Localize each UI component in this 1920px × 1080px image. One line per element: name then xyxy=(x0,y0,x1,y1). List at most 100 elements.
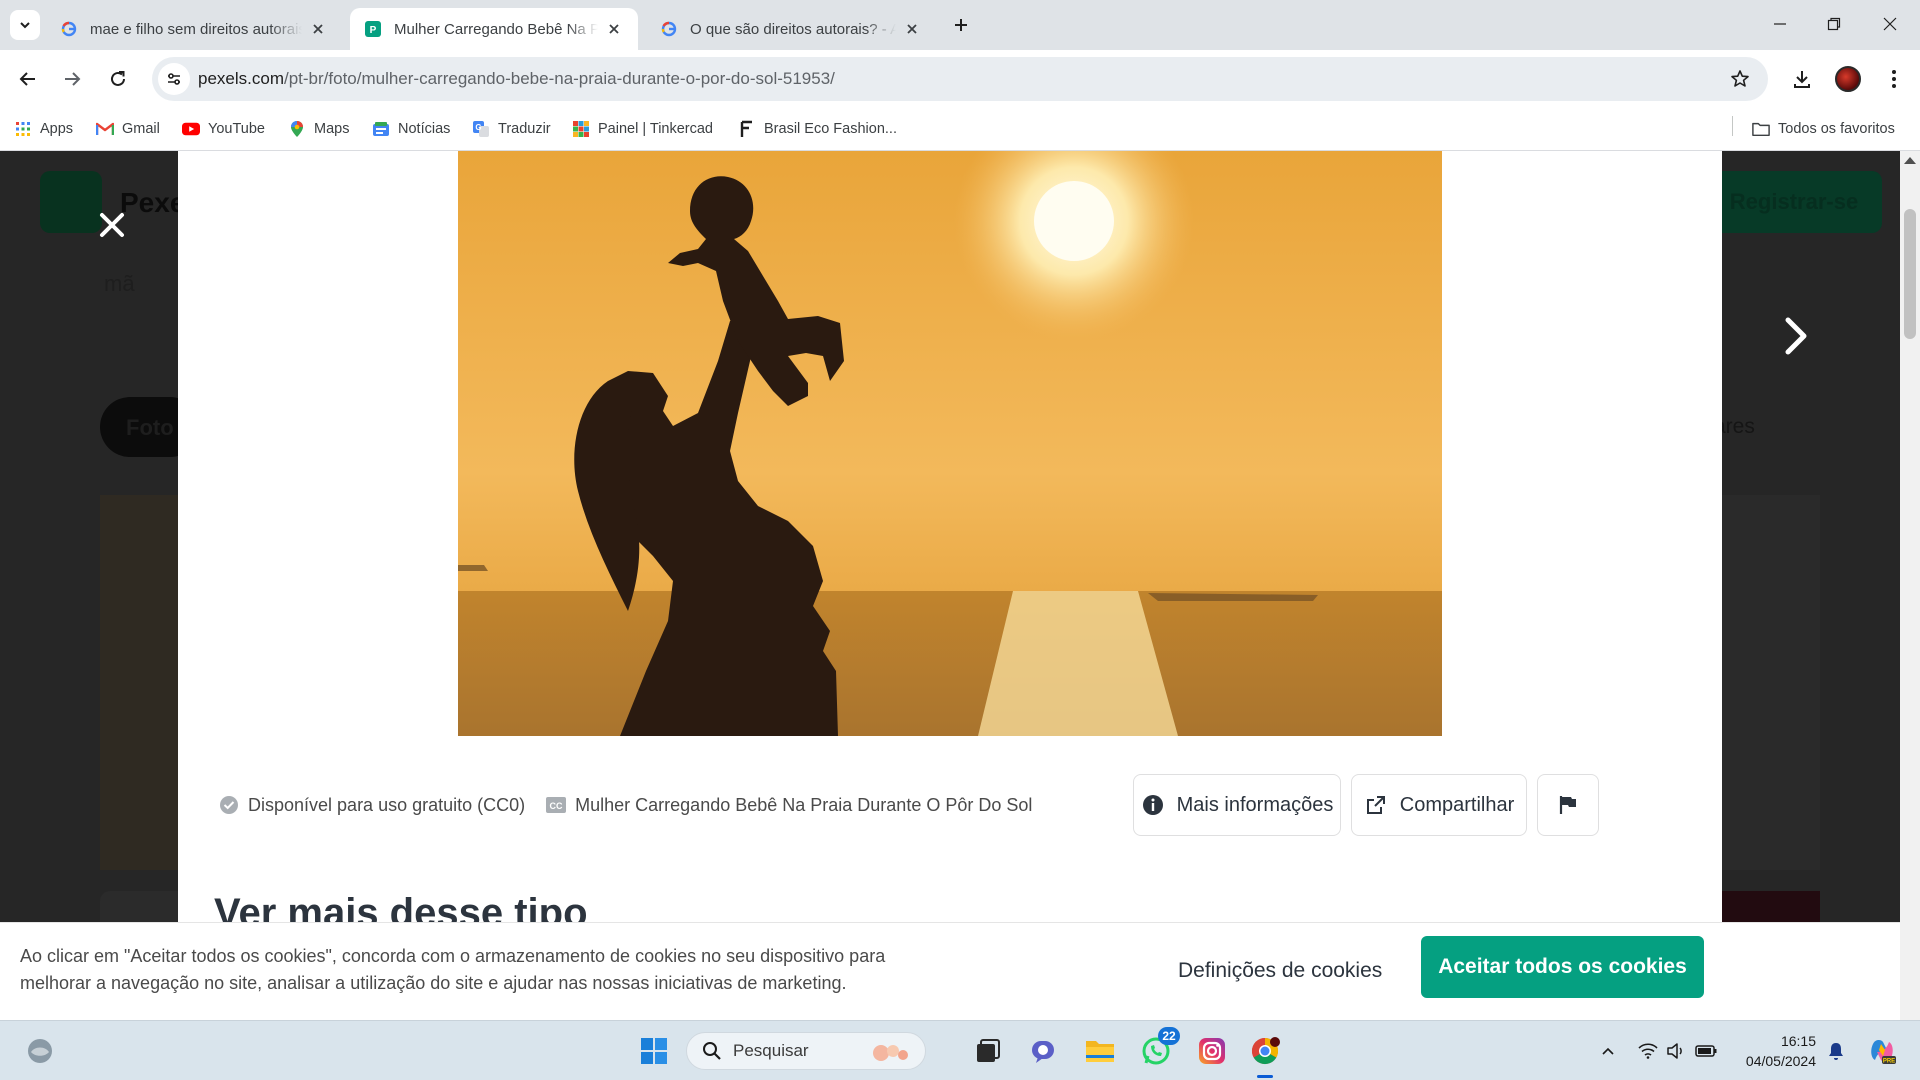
windows-logo-icon xyxy=(641,1038,667,1064)
tab-title: mae e filho sem direitos autorais xyxy=(90,20,302,38)
whatsapp-button[interactable]: 22 xyxy=(1138,1027,1180,1069)
file-explorer-button[interactable] xyxy=(1082,1033,1118,1069)
info-icon xyxy=(1141,793,1165,817)
search-input[interactable]: mã xyxy=(104,271,184,331)
share-label: Compartilhar xyxy=(1399,793,1515,816)
report-button[interactable] xyxy=(1537,774,1599,836)
folder-icon xyxy=(1086,1041,1114,1062)
modal-close-button[interactable] xyxy=(96,209,128,241)
taskbar-search[interactable]: Pesquisar xyxy=(686,1032,926,1070)
background-photo-card xyxy=(100,495,190,870)
address-bar[interactable]: pexels.com/pt-br/foto/mulher-carregando-… xyxy=(152,57,1768,101)
active-app-indicator xyxy=(1257,1075,1273,1078)
page-scrollbar[interactable] xyxy=(1900,151,1920,1020)
youtube-icon xyxy=(182,120,200,138)
register-button[interactable]: Registrar-se xyxy=(1706,171,1882,233)
minimize-icon xyxy=(1774,23,1786,25)
more-info-button[interactable]: Mais informações xyxy=(1133,774,1341,836)
bookmark-maps[interactable]: Maps xyxy=(288,116,349,142)
tune-icon xyxy=(168,73,180,85)
bell-icon xyxy=(1829,1043,1843,1060)
bookmark-youtube[interactable]: YouTube xyxy=(182,116,265,142)
license-text[interactable]: Disponível para uso gratuito (CC0) xyxy=(248,795,525,816)
chrome-icon xyxy=(1251,1037,1280,1065)
accept-cookies-button[interactable]: Aceitar todos os cookies xyxy=(1421,936,1704,998)
cookie-settings-button[interactable]: Definições de cookies xyxy=(1178,953,1382,989)
new-tab-button[interactable] xyxy=(948,12,974,38)
back-button[interactable] xyxy=(12,63,44,95)
start-button[interactable] xyxy=(636,1033,672,1069)
bookmark-label: YouTube xyxy=(208,121,265,137)
translate-icon: G xyxy=(472,120,490,138)
url-text: pexels.com/pt-br/foto/mulher-carregando-… xyxy=(198,69,835,89)
svg-text:P: P xyxy=(370,25,377,36)
restore-button[interactable] xyxy=(1806,0,1862,48)
photo-meta: Disponível para uso gratuito (CC0) CC Mu… xyxy=(218,794,1032,816)
bookmark-apps[interactable]: Apps xyxy=(14,116,73,142)
windows-taskbar: Pesquisar 22 16:15 04/05/2024 PRE xyxy=(0,1020,1920,1080)
tab-search-button[interactable] xyxy=(10,10,40,40)
bookmark-label: Painel | Tinkercad xyxy=(598,121,713,137)
close-icon[interactable] xyxy=(604,19,624,39)
teams-chat-button[interactable] xyxy=(1026,1033,1062,1069)
reload-button[interactable] xyxy=(102,63,134,95)
bookmark-star-button[interactable] xyxy=(1728,67,1752,91)
chevron-down-icon xyxy=(20,22,30,29)
wifi-status[interactable] xyxy=(1636,1039,1660,1063)
share-button[interactable]: Compartilhar xyxy=(1351,774,1527,836)
tab-google-copyright[interactable]: O que são direitos autorais? - Agência xyxy=(646,8,936,50)
tab-google-search[interactable]: mae e filho sem direitos autorais xyxy=(46,8,342,50)
task-view-icon xyxy=(977,1039,1000,1062)
widgets-button[interactable] xyxy=(22,1033,58,1069)
chevron-up-icon xyxy=(1602,1047,1614,1055)
pexels-logo[interactable] xyxy=(40,171,102,233)
tab-title: Mulher Carregando Bebê Na Praia Durante … xyxy=(394,20,598,38)
system-clock[interactable]: 16:15 04/05/2024 xyxy=(1736,1031,1816,1071)
next-photo-button[interactable] xyxy=(1776,311,1816,361)
tab-pexels[interactable]: P Mulher Carregando Bebê Na Praia Durant… xyxy=(350,8,638,50)
volume-status[interactable] xyxy=(1664,1039,1688,1063)
wifi-icon xyxy=(1638,1043,1658,1059)
bookmark-tinkercad[interactable]: Painel | Tinkercad xyxy=(572,116,713,142)
bookmark-news[interactable]: Notícias xyxy=(372,116,450,142)
close-window-button[interactable] xyxy=(1862,0,1918,48)
all-bookmarks-button[interactable]: Todos os favoritos xyxy=(1752,116,1895,142)
bookmark-translate[interactable]: G Traduzir xyxy=(472,116,551,142)
main-photo[interactable] xyxy=(458,151,1442,736)
close-icon[interactable] xyxy=(308,19,328,39)
show-hidden-icons-button[interactable] xyxy=(1596,1039,1620,1063)
arrow-right-icon xyxy=(65,72,81,86)
svg-text:CC: CC xyxy=(550,801,563,811)
site-info-button[interactable] xyxy=(158,63,190,95)
downloads-button[interactable] xyxy=(1786,63,1818,95)
restore-icon xyxy=(1827,17,1841,31)
tab-strip: mae e filho sem direitos autorais P Mulh… xyxy=(0,0,1920,50)
battery-icon xyxy=(1695,1045,1717,1057)
profile-button[interactable] xyxy=(1832,63,1864,95)
taskbar-search-placeholder: Pesquisar xyxy=(733,1041,809,1060)
pexels-logo-text: Pexe xyxy=(120,187,186,218)
copilot-icon: PRE xyxy=(1871,1039,1896,1065)
scroll-thumb[interactable] xyxy=(1904,209,1916,339)
instagram-button[interactable] xyxy=(1194,1033,1230,1069)
bookmark-eco-fashion[interactable]: Brasil Eco Fashion... xyxy=(738,116,897,142)
scroll-up-arrow[interactable] xyxy=(1904,157,1916,164)
task-view-button[interactable] xyxy=(970,1033,1006,1069)
arrow-left-icon xyxy=(19,72,35,86)
bookmark-label: Brasil Eco Fashion... xyxy=(764,121,897,137)
more-info-label: Mais informações xyxy=(1176,793,1334,816)
chrome-taskbar-button[interactable] xyxy=(1247,1033,1283,1069)
bookmark-gmail[interactable]: Gmail xyxy=(96,116,160,142)
forward-button[interactable] xyxy=(56,63,88,95)
close-icon xyxy=(100,213,124,237)
close-icon[interactable] xyxy=(902,19,922,39)
clock-date: 04/05/2024 xyxy=(1745,1053,1816,1069)
bookmark-label: Maps xyxy=(314,121,350,137)
minimize-button[interactable] xyxy=(1752,0,1808,48)
google-icon xyxy=(60,20,78,38)
copilot-button[interactable]: PRE xyxy=(1866,1035,1898,1067)
search-icon xyxy=(701,1040,723,1062)
battery-status[interactable] xyxy=(1694,1039,1718,1063)
notifications-button[interactable] xyxy=(1824,1039,1848,1063)
chrome-menu-button[interactable] xyxy=(1878,63,1910,95)
